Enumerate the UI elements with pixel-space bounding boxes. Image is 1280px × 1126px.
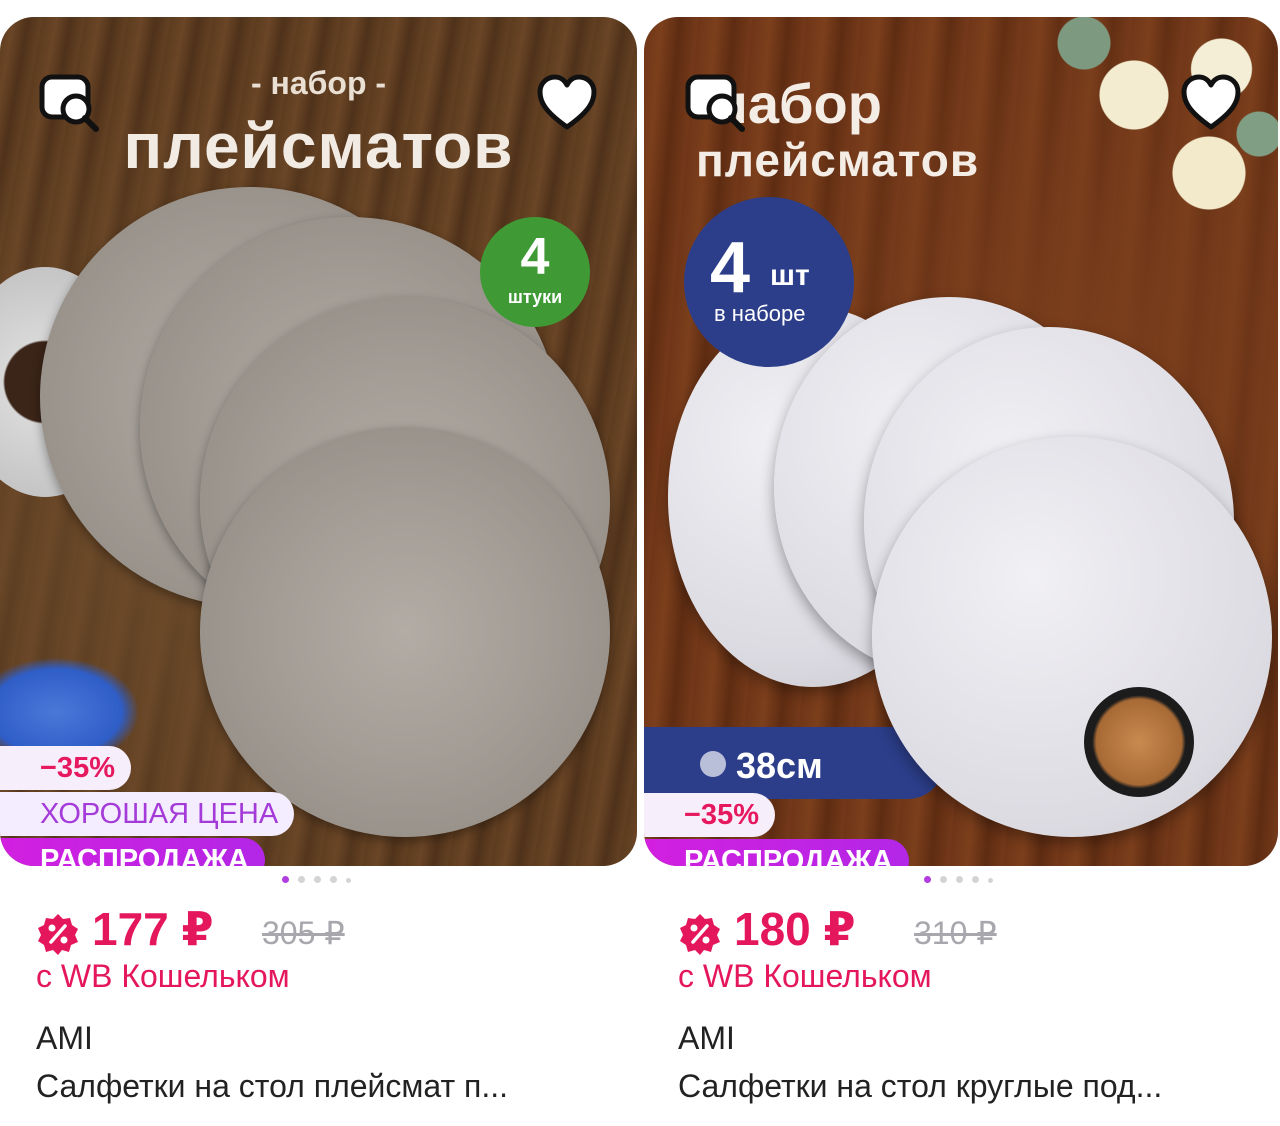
carousel-dot[interactable]	[346, 878, 351, 883]
discount-badge: −35%	[0, 746, 131, 790]
carousel-dot[interactable]	[972, 876, 979, 883]
badge-stack: −35% РАСПРОДАЖА	[644, 793, 909, 866]
carousel-dot[interactable]	[298, 876, 305, 883]
size-label: 38см	[736, 745, 823, 786]
wallet-discount-icon	[678, 912, 722, 956]
carousel-dot[interactable]	[330, 876, 337, 883]
count-number: 4	[710, 228, 751, 308]
wallet-note: с WB Кошельком	[678, 958, 932, 994]
count-badge: 4 шт в наборе	[684, 197, 854, 367]
carousel-dot[interactable]	[924, 876, 931, 883]
placemat	[872, 437, 1272, 837]
coffee-cup-image	[1084, 687, 1194, 797]
flowers-image	[1034, 17, 1278, 277]
count-unit: шт	[770, 259, 810, 292]
count-word: в наборе	[714, 301, 806, 326]
image-search-icon[interactable]	[36, 71, 102, 137]
old-price: 310 ₽	[914, 915, 997, 951]
product-card[interactable]: - набор - плейсматов 4 штуки −35% ХОРОША…	[0, 0, 640, 1126]
product-title[interactable]: Салфетки на стол плейсмат п...	[36, 1068, 596, 1105]
count-badge: 4 штуки	[480, 217, 590, 327]
count-word: штуки	[507, 287, 563, 307]
product-title[interactable]: Салфетки на стол круглые под...	[678, 1068, 1258, 1105]
old-price: 305 ₽	[262, 915, 345, 951]
discount-badge: −35%	[644, 793, 775, 837]
carousel-dot[interactable]	[956, 876, 963, 883]
carousel-dot[interactable]	[940, 876, 947, 883]
count-number: 4	[520, 228, 550, 286]
image-heading: плейсматов	[696, 134, 980, 186]
badge-stack: −35% ХОРОШАЯ ЦЕНА РАСПРОДАЖА	[0, 746, 295, 866]
favorite-heart-icon[interactable]	[534, 71, 600, 137]
image-search-icon[interactable]	[682, 71, 748, 137]
product-card[interactable]: 38см набор плейсматов 4 шт в наборе −35%…	[640, 0, 1280, 1126]
diameter-icon	[700, 751, 726, 777]
carousel-dot[interactable]	[282, 876, 289, 883]
image-carousel-dots[interactable]	[282, 870, 360, 883]
carousel-dot[interactable]	[988, 878, 993, 883]
good-price-badge: ХОРОШАЯ ЦЕНА	[0, 792, 295, 836]
sale-badge: РАСПРОДАЖА	[0, 838, 265, 866]
favorite-heart-icon[interactable]	[1178, 71, 1244, 137]
product-image[interactable]: - набор - плейсматов 4 штуки −35% ХОРОША…	[0, 17, 637, 866]
current-price: 177 ₽	[92, 903, 214, 955]
product-image[interactable]: 38см набор плейсматов 4 шт в наборе −35%…	[644, 17, 1278, 866]
image-carousel-dots[interactable]	[924, 870, 1002, 883]
carousel-dot[interactable]	[314, 876, 321, 883]
current-price: 180 ₽	[734, 903, 856, 955]
wallet-note: с WB Кошельком	[36, 958, 290, 994]
sale-badge: РАСПРОДАЖА	[644, 839, 909, 866]
brand-name[interactable]: AMI	[678, 1020, 735, 1057]
wallet-discount-icon	[36, 912, 80, 956]
brand-name[interactable]: AMI	[36, 1020, 93, 1057]
